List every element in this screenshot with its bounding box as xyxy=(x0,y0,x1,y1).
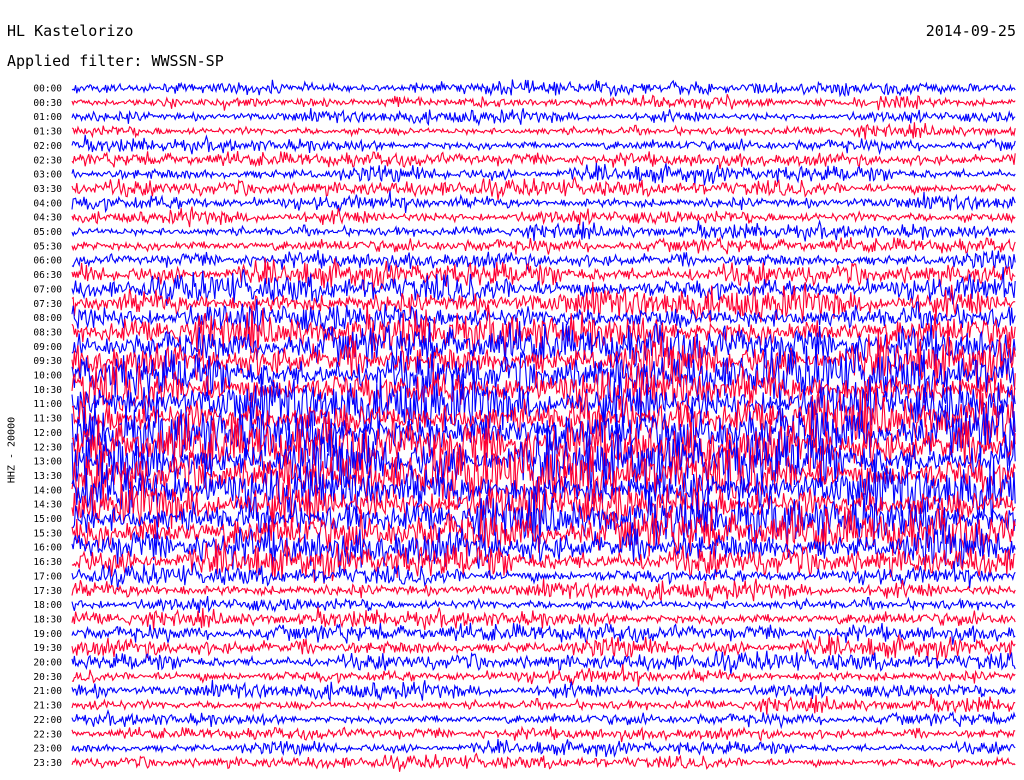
trace-0430 xyxy=(71,206,1016,228)
time-label-1330: 13:30 xyxy=(33,471,62,482)
time-label-1530: 15:30 xyxy=(33,528,62,539)
time-tick-layer: 00:00 00:30 01:00 01:30 02:00 02:30 03:00 03:30… xyxy=(33,84,62,769)
time-label-0030: 00:30 xyxy=(33,98,62,109)
time-label-1900: 19:00 xyxy=(33,629,62,640)
trace-0230 xyxy=(71,151,1016,170)
trace-0130 xyxy=(71,122,1016,140)
helicorder-plot: 00:00 00:30 01:00 01:30 02:00 02:30 03:00 03:30… xyxy=(33,79,1016,772)
trace-layer xyxy=(71,79,1016,772)
time-label-0500: 05:00 xyxy=(33,227,62,238)
trace-0000 xyxy=(71,79,1016,98)
time-label-0730: 07:30 xyxy=(33,299,62,310)
time-label-0800: 08:00 xyxy=(33,313,62,324)
time-label-2200: 22:00 xyxy=(33,715,62,726)
time-label-0200: 02:00 xyxy=(33,141,62,152)
time-label-1430: 14:30 xyxy=(33,500,62,511)
time-label-1600: 16:00 xyxy=(33,543,62,554)
time-label-2100: 21:00 xyxy=(33,686,62,697)
trace-0600 xyxy=(71,250,1016,272)
trace-1830 xyxy=(71,606,1016,631)
time-label-0530: 05:30 xyxy=(33,241,62,252)
time-label-0930: 09:30 xyxy=(33,356,62,367)
time-label-1030: 10:30 xyxy=(33,385,62,396)
trace-2100 xyxy=(71,679,1016,703)
time-label-2230: 22:30 xyxy=(33,729,62,740)
time-label-1730: 17:30 xyxy=(33,586,62,597)
time-label-0600: 06:00 xyxy=(33,256,62,267)
time-label-1200: 12:00 xyxy=(33,428,62,439)
trace-0100 xyxy=(71,108,1016,127)
time-label-0630: 06:30 xyxy=(33,270,62,281)
time-label-0100: 01:00 xyxy=(33,112,62,123)
time-label-1100: 11:00 xyxy=(33,399,62,410)
time-label-0130: 01:30 xyxy=(33,127,62,138)
trace-1900 xyxy=(71,622,1016,645)
trace-0530 xyxy=(71,236,1016,255)
time-label-1230: 12:30 xyxy=(33,442,62,453)
time-label-2330: 23:30 xyxy=(33,758,62,769)
time-label-1400: 14:00 xyxy=(33,485,62,496)
time-label-2000: 20:00 xyxy=(33,658,62,669)
time-label-1830: 18:30 xyxy=(33,614,62,625)
trace-2200 xyxy=(71,709,1016,730)
time-label-1800: 18:00 xyxy=(33,600,62,611)
trace-2330 xyxy=(71,752,1016,772)
time-label-0900: 09:00 xyxy=(33,342,62,353)
time-label-1130: 11:30 xyxy=(33,414,62,425)
trace-2300 xyxy=(71,738,1016,758)
trace-0030 xyxy=(71,94,1016,111)
time-label-1500: 15:00 xyxy=(33,514,62,525)
trace-2130 xyxy=(71,694,1016,715)
time-label-0830: 08:30 xyxy=(33,327,62,338)
time-label-0230: 02:30 xyxy=(33,155,62,166)
time-label-1700: 17:00 xyxy=(33,571,62,582)
time-label-2130: 21:30 xyxy=(33,701,62,712)
trace-2230 xyxy=(71,725,1016,743)
trace-0200 xyxy=(71,134,1016,156)
trace-2030 xyxy=(71,664,1016,687)
time-label-0430: 04:30 xyxy=(33,213,62,224)
time-label-2030: 20:30 xyxy=(33,672,62,683)
time-label-1630: 16:30 xyxy=(33,557,62,568)
time-label-0300: 03:00 xyxy=(33,170,62,181)
time-label-0400: 04:00 xyxy=(33,198,62,209)
time-label-0700: 07:00 xyxy=(33,284,62,295)
time-label-1930: 19:30 xyxy=(33,643,62,654)
time-label-1000: 10:00 xyxy=(33,371,62,382)
time-label-2300: 23:00 xyxy=(33,744,62,755)
time-label-1300: 13:00 xyxy=(33,457,62,468)
time-label-0330: 03:30 xyxy=(33,184,62,195)
time-label-0000: 00:00 xyxy=(33,84,62,95)
